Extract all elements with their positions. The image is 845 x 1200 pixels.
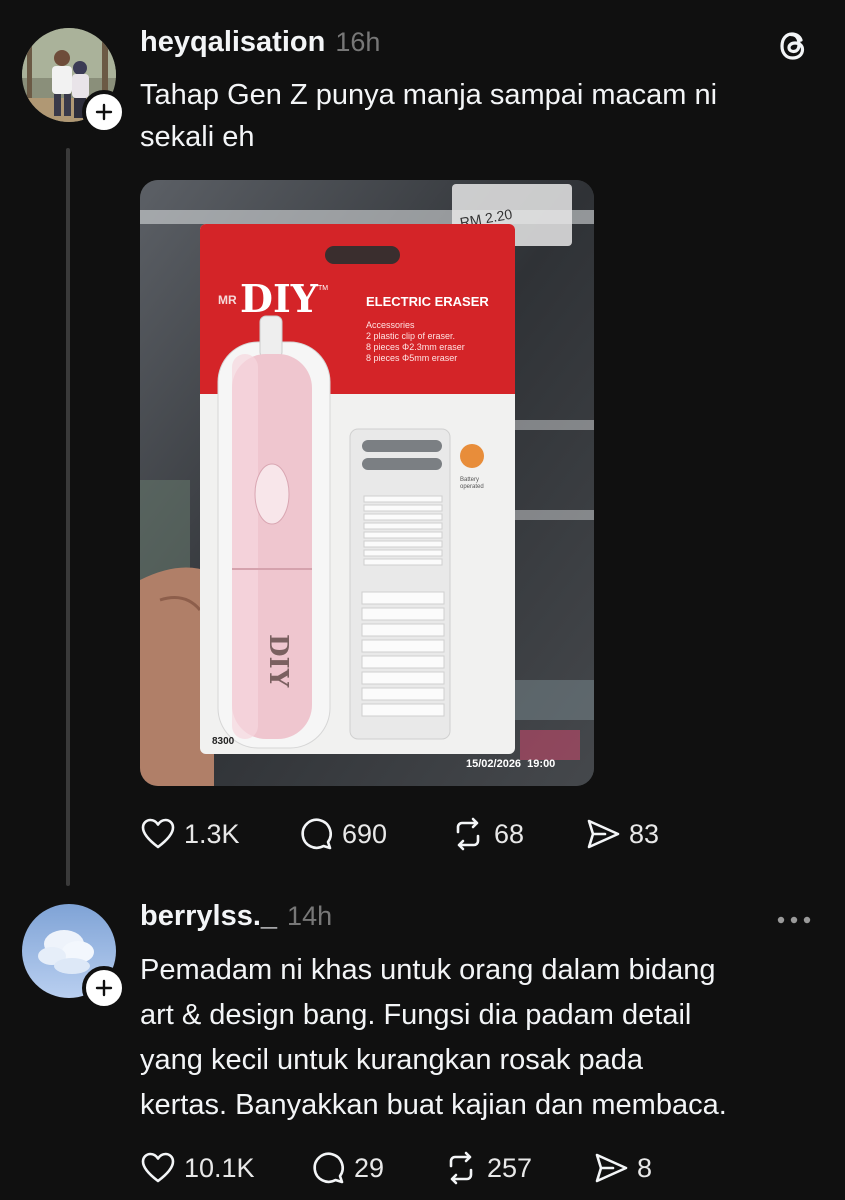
post-header: heyqalisation 16h (140, 26, 380, 59)
post-text-line: Tahap Gen Z punya manja sampai macam ni (140, 79, 718, 111)
photo-timestamp: 15/02/2026 19:00 (466, 758, 556, 770)
repost-icon (456, 817, 480, 851)
comment-button[interactable]: 29 (310, 1150, 443, 1186)
share-count: 83 (629, 818, 660, 849)
share-button[interactable]: 8 (593, 1150, 652, 1186)
comment-icon (301, 818, 332, 850)
post-actions: 10.1K 29 257 8 (140, 1150, 652, 1186)
threads-logo-icon[interactable] (778, 28, 810, 64)
like-count: 1.3K (184, 818, 240, 849)
share-icon (595, 1153, 628, 1183)
post-text-line: art & design bang. Fungsi dia padam deta… (140, 999, 692, 1031)
accessories-line: 8 pieces Φ5mm eraser (366, 353, 457, 363)
post-header: berrylss._ 14h (140, 900, 332, 933)
username[interactable]: berrylss._ (140, 900, 277, 933)
brand-small: MR (218, 293, 237, 307)
post-text: Tahap Gen Z punya manja sampai macam ni … (140, 74, 717, 158)
timestamp: 14h (287, 901, 333, 931)
username[interactable]: heyqalisation (140, 26, 325, 59)
comment-button[interactable]: 690 (298, 816, 450, 852)
follow-plus-button[interactable] (82, 966, 126, 1010)
post-text-line: kertas. Banyakkan buat kajian dan membac… (140, 1089, 727, 1121)
product-package: MR DIY TM ELECTRIC ERASER Accessories 2 … (200, 224, 515, 754)
repost-button[interactable]: 68 (450, 816, 585, 852)
post-heyqalisation: heyqalisation 16h Tahap Gen Z punya manj… (0, 0, 845, 890)
accessories-line: 2 plastic clip of eraser. (366, 331, 455, 341)
battery-label: operated (460, 484, 484, 490)
post-text-line: yang kecil untuk kurangkan rosak pada (140, 1044, 643, 1076)
timestamp: 16h (335, 27, 381, 57)
follow-plus-button[interactable] (82, 90, 126, 134)
pen-brand: DIY (263, 634, 293, 688)
battery-label: Battery (460, 477, 479, 483)
share-count: 8 (637, 1152, 653, 1183)
heart-icon (141, 818, 175, 849)
accessories-line: Accessories (366, 320, 415, 330)
share-button[interactable]: 83 (585, 816, 659, 852)
repost-count: 68 (494, 818, 525, 849)
share-icon (587, 819, 620, 849)
comment-count: 690 (342, 818, 388, 849)
thread-line (66, 148, 70, 886)
more-options-icon[interactable] (776, 912, 812, 924)
like-count: 10.1K (184, 1152, 255, 1183)
like-button[interactable]: 1.3K (140, 816, 298, 852)
post-actions: 1.3K 690 68 83 (140, 816, 659, 852)
package-code: 8300 (212, 736, 235, 747)
post-text: Pemadam ni khas untuk orang dalam bidang… (140, 948, 727, 1128)
post-image[interactable]: RM 2.20 MR DIY TM ELECTRIC ERASER Access… (140, 180, 594, 786)
brand-tm: TM (318, 285, 328, 292)
comment-icon (313, 1152, 344, 1184)
heart-icon (141, 1152, 175, 1183)
post-text-line: sekali eh (140, 121, 255, 153)
comment-count: 29 (354, 1152, 385, 1183)
brand-logo: DIY (240, 276, 319, 321)
post-berrylss: berrylss._ 14h Pemadam ni khas untuk ora… (0, 890, 845, 1200)
repost-button[interactable]: 257 (443, 1150, 593, 1186)
post-text-line: Pemadam ni khas untuk orang dalam bidang (140, 954, 716, 986)
accessories-line: 8 pieces Φ2.3mm eraser (366, 342, 465, 352)
plus-icon (95, 103, 113, 121)
product-title: ELECTRIC ERASER (366, 294, 489, 309)
like-button[interactable]: 10.1K (140, 1150, 310, 1186)
repost-count: 257 (487, 1152, 533, 1183)
plus-icon (95, 979, 113, 997)
repost-icon (449, 1151, 473, 1185)
